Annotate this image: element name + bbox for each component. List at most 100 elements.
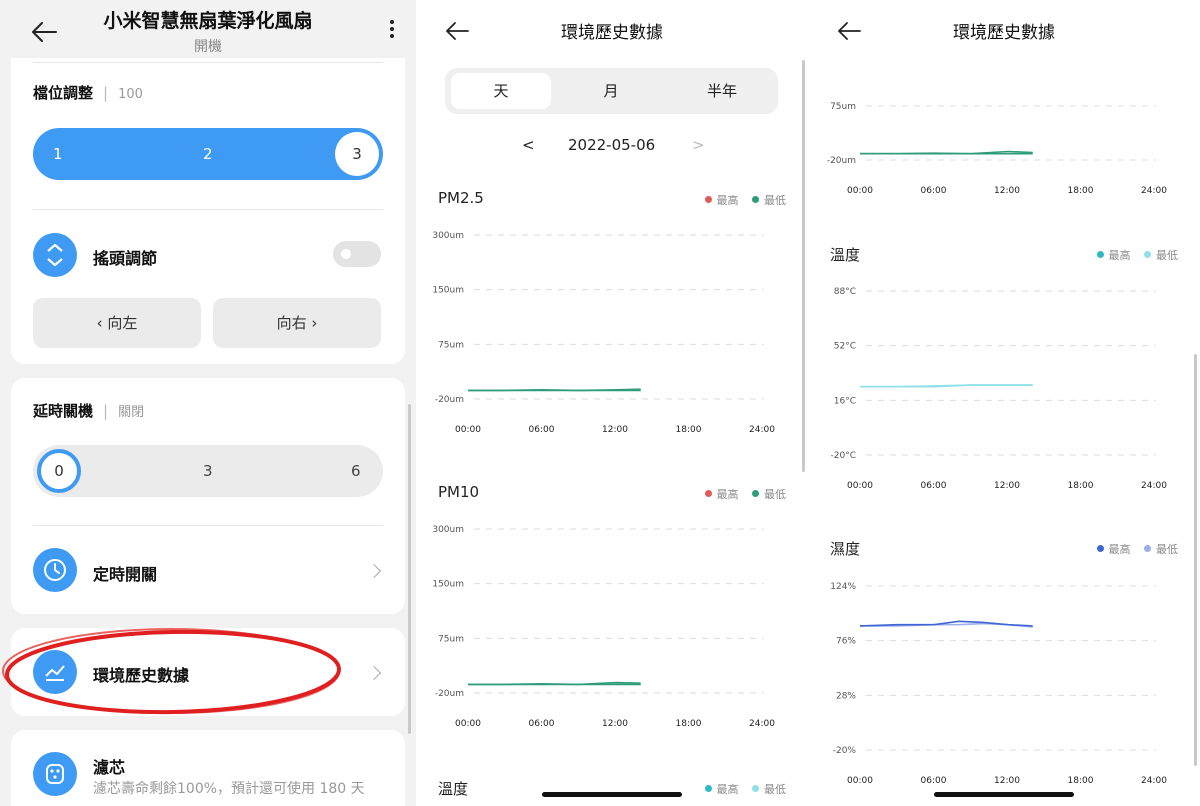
highlight-circle	[2, 628, 341, 715]
current-date: 2022-05-06	[568, 136, 656, 154]
device-status: 開機	[194, 39, 222, 55]
chevron-left-icon: ‹	[96, 314, 108, 332]
x-tick-label: 18:00	[676, 425, 702, 435]
legend-min: 最低	[1144, 249, 1178, 262]
pm10-chart-partial: 75um -20um 00:00 06:00 12:00 18:00 24:00	[827, 102, 1167, 196]
prev-date-button[interactable]: <	[522, 136, 535, 154]
chevron-right-icon: ›	[306, 314, 318, 332]
next-date-button[interactable]: >	[692, 136, 705, 154]
device-title: 小米智慧無扇葉淨化風扇	[103, 10, 313, 32]
temperature-chart: 88°C 52°C 16°C -20°C 00:00 06:00 12:00 18:00 24:…	[831, 287, 1168, 491]
more-menu-icon[interactable]	[384, 20, 400, 44]
y-tick-label: -20um	[435, 689, 464, 699]
oscillation-toggle[interactable]	[333, 241, 381, 267]
page-title: 環境歷史數據	[953, 23, 1055, 43]
y-tick-label: 75um	[438, 634, 464, 644]
delay-option-6[interactable]: 6	[351, 445, 361, 497]
timer-label: 定時開關	[93, 565, 158, 584]
y-tick-label: 16°C	[834, 396, 856, 406]
chevron-right-icon	[366, 665, 382, 681]
date-navigator: < 2022-05-06 >	[416, 136, 808, 158]
home-indicator	[542, 792, 682, 797]
x-tick-label: 06:00	[921, 481, 947, 491]
x-tick-label: 12:00	[602, 719, 628, 729]
x-tick-label: 00:00	[847, 186, 873, 196]
x-tick-label: 18:00	[1068, 186, 1094, 196]
legend-max: 最高	[704, 783, 739, 796]
x-tick-label: 06:00	[529, 719, 555, 729]
filter-label: 濾芯	[93, 758, 126, 777]
y-tick-label: -20°C	[831, 451, 856, 461]
clock-icon	[33, 548, 77, 592]
y-tick-label: 124%	[830, 582, 856, 592]
speed-option-2[interactable]: 2	[203, 128, 213, 180]
x-tick-label: 18:00	[676, 719, 702, 729]
filter-row[interactable]: 濾芯 濾芯壽命剩餘100%，預計還可使用 180 天	[11, 730, 405, 806]
scrollbar[interactable]	[802, 60, 805, 472]
delay-off-slider[interactable]: 0 3 6	[33, 445, 383, 497]
x-tick-label: 00:00	[847, 481, 873, 491]
x-tick-label: 24:00	[1141, 481, 1167, 491]
speed-option-1[interactable]: 1	[53, 128, 63, 180]
humidity-chart: 124% 76% 28% -20% 00:00 06:00 12:00 18:00 24:00	[830, 582, 1167, 786]
chevron-right-icon	[366, 563, 382, 579]
back-arrow-icon[interactable]	[30, 20, 58, 44]
scrollbar[interactable]	[1194, 354, 1197, 766]
divider	[33, 62, 383, 63]
chart-legend: 最高 最低	[695, 781, 786, 797]
speed-label: 檔位調整 | 100	[33, 84, 143, 102]
chart-title: 濕度	[830, 540, 861, 558]
x-tick-label: 24:00	[749, 425, 775, 435]
delay-option-3[interactable]: 3	[203, 445, 213, 497]
chart-title: 溫度	[830, 246, 861, 264]
x-tick-label: 00:00	[455, 719, 481, 729]
y-tick-label: 88°C	[834, 287, 856, 297]
delay-off-value: 關閉	[118, 405, 145, 420]
filter-icon	[33, 752, 77, 796]
filter-description: 濾芯壽命剩餘100%，預計還可使用 180 天	[93, 781, 365, 797]
chart-legend: 最高 最低	[695, 486, 786, 502]
y-tick-label: 300um	[432, 231, 464, 241]
chart-title: 溫度	[438, 780, 469, 798]
y-tick-label: 150um	[432, 286, 464, 296]
y-tick-label: 76%	[836, 637, 856, 647]
x-tick-label: 24:00	[1141, 776, 1167, 786]
delay-slider-knob[interactable]: 0	[37, 449, 81, 493]
pm10-chart: 300um 150um 75um -20um 00:00 06:00 12:00 18:00 2…	[432, 525, 775, 729]
y-tick-label: 28%	[836, 691, 856, 701]
turn-right-button[interactable]: 向右 ›	[213, 298, 381, 348]
x-tick-label: 24:00	[1141, 186, 1167, 196]
y-tick-label: 52°C	[834, 342, 856, 352]
series-line-max	[468, 388, 641, 392]
speed-slider-knob[interactable]: 3	[335, 132, 379, 176]
turn-left-button[interactable]: ‹ 向左	[33, 298, 201, 348]
period-tabs: 天 月 半年	[445, 68, 778, 114]
oscillation-label: 搖頭調節	[93, 249, 158, 268]
legend-min: 最低	[1144, 543, 1178, 556]
x-tick-label: 12:00	[994, 481, 1020, 491]
tab-day[interactable]: 天	[451, 73, 551, 109]
history-panel: 環境歷史數據 天 月 半年 < 2022-05-06 > PM2.5 最高 最低…	[416, 0, 808, 806]
y-tick-label: 300um	[432, 525, 464, 535]
legend-max: 最高	[1096, 543, 1131, 556]
x-tick-label: 12:00	[602, 425, 628, 435]
speed-card: 檔位調整 | 100 1 2 3 搖頭調節 ‹ 向左 向右 ›	[11, 58, 405, 364]
legend-min: 最低	[752, 194, 786, 207]
x-tick-label: 18:00	[1068, 776, 1094, 786]
chart-legend: 最高 最低	[695, 192, 786, 208]
x-tick-label: 00:00	[847, 776, 873, 786]
x-tick-label: 18:00	[1068, 481, 1094, 491]
scrollbar[interactable]	[408, 404, 411, 734]
tab-month[interactable]: 月	[561, 73, 661, 109]
legend-min: 最低	[752, 783, 786, 796]
legend-max: 最高	[1096, 249, 1131, 262]
x-tick-label: 24:00	[749, 719, 775, 729]
y-tick-label: -20%	[833, 746, 857, 756]
oscillation-icon	[33, 233, 77, 277]
speed-slider[interactable]: 1 2 3	[33, 128, 383, 180]
tab-half-year[interactable]: 半年	[672, 73, 772, 109]
x-tick-label: 06:00	[921, 776, 947, 786]
y-tick-label: 75um	[830, 102, 856, 112]
divider	[33, 525, 383, 526]
legend-max: 最高	[704, 488, 739, 501]
